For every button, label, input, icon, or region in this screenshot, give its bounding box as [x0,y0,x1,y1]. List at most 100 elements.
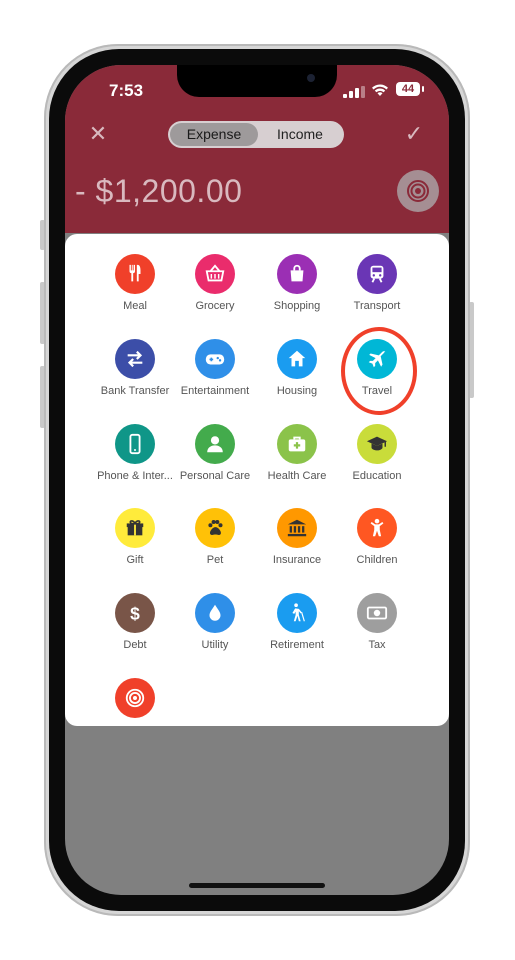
category-item[interactable]: Insurance [255,508,339,566]
house-icon [288,350,306,367]
category-icon-circle [115,678,155,718]
category-label: Personal Care [179,470,251,482]
target-icon [407,180,429,202]
category-label: Gift [126,554,144,566]
category-item[interactable]: Transport [335,254,419,312]
category-icon-circle [195,424,235,464]
segment-expense[interactable]: Expense [170,123,258,146]
dollar-icon: $ [130,603,140,623]
walking-cane-icon [292,603,305,622]
phone-icon [129,433,141,455]
front-camera [307,74,315,82]
category-icon-circle [357,424,397,464]
category-icon-circle [195,508,235,548]
category-label: Travel [361,385,393,397]
category-item[interactable]: $ Debt [93,593,177,651]
category-label: Shopping [273,300,321,312]
category-item[interactable] [93,678,177,718]
type-segmented-control: Expense Income [168,121,344,148]
category-icon-circle [277,593,317,633]
target-icon [125,688,145,708]
category-item[interactable]: Gift [93,508,177,566]
airplane-icon [368,349,386,368]
category-icon-circle [277,339,317,379]
category-icon-circle [357,593,397,633]
category-item[interactable]: Education [335,424,419,482]
segment-income[interactable]: Income [256,123,344,146]
category-label: Tax [368,639,386,651]
category-icon-circle [195,254,235,294]
category-item[interactable]: Shopping [255,254,339,312]
medical-kit-icon [288,436,306,452]
category-label: Entertainment [180,385,250,397]
bank-building-icon [287,519,307,537]
category-icon-circle [277,424,317,464]
screen: 7:53 44 ✕ Expense Income ✓ - $1,200.00 M… [65,65,449,895]
category-label: Housing [276,385,318,397]
category-item[interactable]: Health Care [255,424,339,482]
category-icon-circle [115,339,155,379]
category-item[interactable]: Meal [93,254,177,312]
basket-icon [205,264,225,282]
paw-icon [208,520,223,536]
amount-display[interactable]: - $1,200.00 [75,173,242,210]
category-target-button[interactable] [397,170,439,212]
category-item[interactable]: Children [335,508,419,566]
notch [177,65,337,97]
category-item[interactable]: Entertainment [173,339,257,397]
category-label: Insurance [272,554,322,566]
category-icon-circle [277,254,317,294]
category-item[interactable]: Travel [335,339,419,397]
category-icon-circle: $ [115,593,155,633]
category-icon-circle [115,424,155,464]
category-label: Phone & Inter... [97,470,173,482]
category-icon-circle [195,593,235,633]
cellular-signal-icon [343,86,365,98]
svg-text:$: $ [130,603,140,623]
wifi-icon [372,84,388,96]
device-mockup: 7:53 44 ✕ Expense Income ✓ - $1,200.00 M… [0,0,515,960]
category-label: Education [352,470,402,482]
gamepad-icon [205,354,225,365]
category-label: Children [356,554,398,566]
gift-icon [126,520,144,536]
category-icon-circle [357,254,397,294]
transfer-arrows-icon [127,350,143,368]
battery-icon: 44 [396,82,424,96]
category-icon-circle [277,508,317,548]
category-icon-circle [357,508,397,548]
train-icon [370,265,384,283]
category-item[interactable]: Bank Transfer [93,339,177,397]
category-item[interactable]: Tax [335,593,419,651]
graduation-cap-icon [366,436,388,451]
home-indicator[interactable] [189,883,325,888]
fork-knife-icon [129,264,141,282]
category-icon-circle [195,339,235,379]
category-item[interactable]: Phone & Inter... [93,424,177,482]
water-drop-icon [209,604,221,621]
category-label: Bank Transfer [100,385,170,397]
category-item[interactable]: Retirement [255,593,339,651]
category-label: Debt [123,639,147,651]
child-icon [370,518,384,537]
category-picker-sheet: Meal Grocery Shopping Transport Bank Transfe… [65,234,449,726]
category-icon-circle [115,254,155,294]
category-item[interactable]: Housing [255,339,339,397]
category-item[interactable]: Grocery [173,254,257,312]
category-label: Utility [201,639,229,651]
category-label: Meal [123,300,147,312]
category-item[interactable]: Personal Care [173,424,257,482]
bag-icon [290,264,304,282]
category-item[interactable]: Pet [173,508,257,566]
category-label: Retirement [270,639,324,651]
check-icon[interactable]: ✓ [403,123,425,145]
category-label: Health Care [267,470,327,482]
category-icon-circle [115,508,155,548]
cash-icon [366,606,388,620]
status-time: 7:53 [109,81,144,100]
category-item[interactable]: Utility [173,593,257,651]
category-label: Grocery [195,300,235,312]
person-icon [207,436,223,453]
close-icon[interactable]: ✕ [87,123,109,145]
category-label: Transport [353,300,401,312]
